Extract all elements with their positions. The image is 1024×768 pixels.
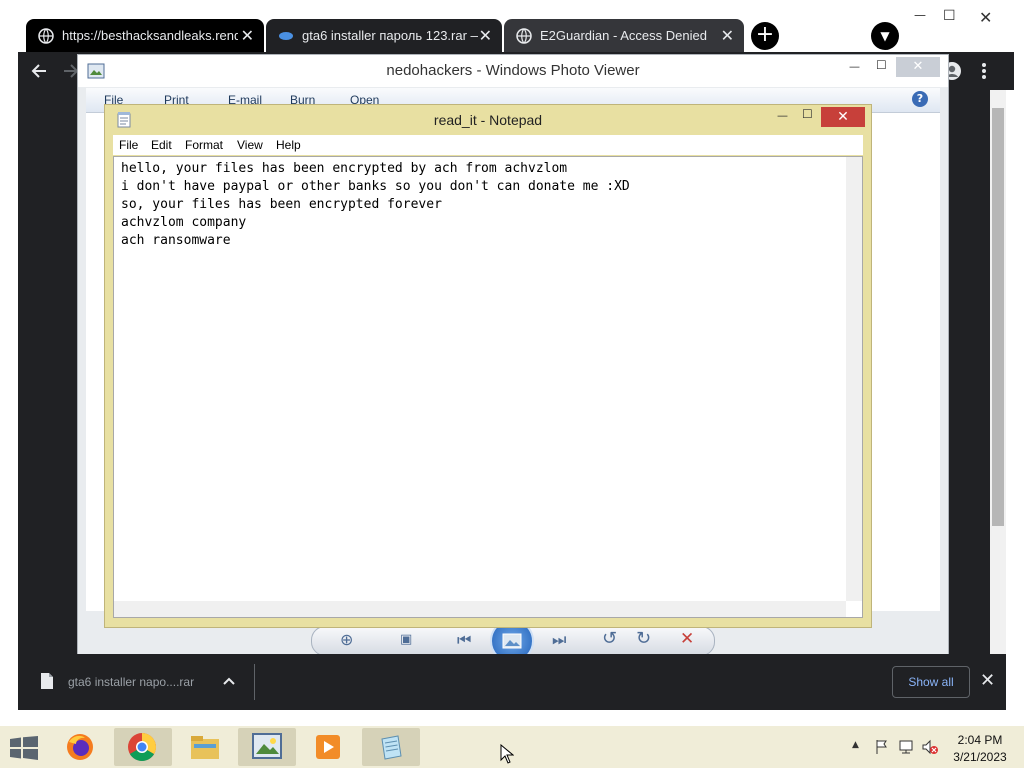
- notepad-button[interactable]: [362, 728, 420, 766]
- globe-icon: [516, 28, 532, 44]
- text-line: so, your files has been encrypted foreve…: [121, 197, 442, 212]
- firefox-button[interactable]: [52, 728, 110, 766]
- notepad-titlebar[interactable]: read_it - Notepad — ☐ ✕: [105, 105, 871, 135]
- tab-title: https://besthacksandleaks.render: [62, 28, 238, 43]
- browser-close-button[interactable]: ✕: [979, 8, 992, 27]
- firefox-icon: [67, 734, 93, 760]
- delete-icon[interactable]: ✕: [680, 629, 694, 649]
- download-item-name[interactable]: gta6 installer napo....rar: [68, 675, 194, 689]
- tab-close-icon[interactable]: ✕: [241, 26, 254, 46]
- mouse-cursor-icon: [500, 744, 514, 764]
- np-maximize-button[interactable]: ☐: [802, 107, 813, 121]
- back-arrow-icon[interactable]: [30, 62, 48, 80]
- action-center-flag-icon[interactable]: [874, 739, 890, 755]
- np-close-button[interactable]: ✕: [821, 107, 865, 127]
- tab-search-button[interactable]: ▼: [871, 22, 899, 50]
- pv-minimize-button[interactable]: —: [849, 60, 860, 73]
- clock-date[interactable]: 3/21/2023: [940, 750, 1020, 764]
- text-line: achvzlom company: [121, 215, 247, 230]
- start-icon[interactable]: [10, 736, 38, 760]
- browser-minimize-button[interactable]: —: [914, 8, 926, 22]
- new-tab-button[interactable]: +: [751, 22, 779, 50]
- tab-gta6-installer[interactable]: gta6 installer пароль 123.rar — ✕: [266, 19, 502, 53]
- downloads-bar: gta6 installer napo....rar Show all ✕: [18, 654, 1006, 710]
- np-menu-edit[interactable]: Edit: [151, 138, 172, 152]
- previous-icon[interactable]: ⏮: [457, 630, 471, 650]
- np-menu-help[interactable]: Help: [276, 138, 301, 152]
- file-explorer-icon: [191, 736, 219, 759]
- rotate-left-icon[interactable]: ↺: [602, 628, 617, 649]
- np-minimize-button[interactable]: —: [777, 109, 788, 122]
- show-all-button[interactable]: Show all: [892, 666, 970, 698]
- slideshow-icon: [502, 633, 522, 649]
- photo-viewer-titlebar[interactable]: nedohackers - Windows Photo Viewer — ☐ ✕: [78, 55, 948, 87]
- notepad-vertical-scrollbar[interactable]: [846, 157, 862, 601]
- downloads-close-icon[interactable]: ✕: [980, 670, 995, 691]
- pv-maximize-button[interactable]: ☐: [876, 58, 887, 72]
- notepad-window: read_it - Notepad — ☐ ✕ File Edit Format…: [104, 104, 872, 628]
- help-icon[interactable]: ?: [912, 91, 928, 107]
- next-icon[interactable]: ⏭: [552, 630, 566, 650]
- globe-icon: [38, 28, 54, 44]
- actual-size-icon[interactable]: ▣: [400, 632, 412, 647]
- notepad-icon: [381, 735, 402, 760]
- chevron-up-icon[interactable]: [223, 676, 235, 686]
- menu-kebab-icon[interactable]: [978, 61, 990, 81]
- tab-e2guardian[interactable]: E2Guardian - Access Denied ✕: [504, 19, 744, 53]
- np-menu-file[interactable]: File: [119, 138, 138, 152]
- media-player-button[interactable]: [300, 728, 358, 766]
- photo-viewer-icon: [252, 733, 282, 759]
- notepad-horizontal-scrollbar[interactable]: [114, 601, 846, 617]
- clock-time[interactable]: 2:04 PM: [940, 733, 1020, 747]
- chrome-icon: [128, 733, 156, 761]
- zoom-icon[interactable]: ⊕: [340, 630, 353, 649]
- pv-close-button[interactable]: ✕: [896, 57, 940, 77]
- chrome-button[interactable]: [114, 728, 172, 766]
- divider: [254, 664, 255, 700]
- taskbar: ▲ 2:04 PM 3/21/2023: [0, 726, 1024, 768]
- notepad-text-area[interactable]: hello, your files has been encrypted by …: [113, 156, 863, 618]
- text-line: i don't have paypal or other banks so yo…: [121, 179, 630, 194]
- tab-besthacks[interactable]: https://besthacksandleaks.render ✕: [26, 19, 264, 53]
- tab-close-icon[interactable]: ✕: [721, 26, 734, 46]
- mediafire-icon: [279, 32, 293, 40]
- rotate-right-icon[interactable]: ↻: [636, 628, 651, 649]
- photo-viewer-button[interactable]: [238, 728, 296, 766]
- file-explorer-button[interactable]: [176, 728, 234, 766]
- browser-maximize-button[interactable]: ☐: [943, 8, 956, 24]
- tab-title: E2Guardian - Access Denied: [540, 28, 707, 43]
- media-player-icon: [316, 735, 340, 759]
- tab-close-icon[interactable]: ✕: [479, 26, 492, 46]
- notepad-title: read_it - Notepad: [433, 112, 543, 128]
- photo-viewer-title: nedohackers - Windows Photo Viewer: [386, 62, 640, 79]
- text-line: ach ransomware: [121, 233, 231, 248]
- text-line: hello, your files has been encrypted by …: [121, 161, 568, 176]
- browser-scrollbar-thumb[interactable]: [992, 108, 1004, 526]
- np-menu-format[interactable]: Format: [185, 138, 223, 152]
- tab-title: gta6 installer пароль 123.rar —: [302, 28, 478, 43]
- notepad-menubar: File Edit Format View Help: [113, 135, 863, 155]
- volume-muted-icon[interactable]: [921, 739, 939, 755]
- network-icon[interactable]: [898, 739, 916, 755]
- photo-viewer-controls: ⊕ ▣ ⏮ ⏭ ↺ ↻ ✕: [311, 619, 715, 663]
- tray-expand-icon[interactable]: ▲: [852, 740, 859, 750]
- file-icon: [41, 673, 53, 689]
- np-menu-view[interactable]: View: [237, 138, 263, 152]
